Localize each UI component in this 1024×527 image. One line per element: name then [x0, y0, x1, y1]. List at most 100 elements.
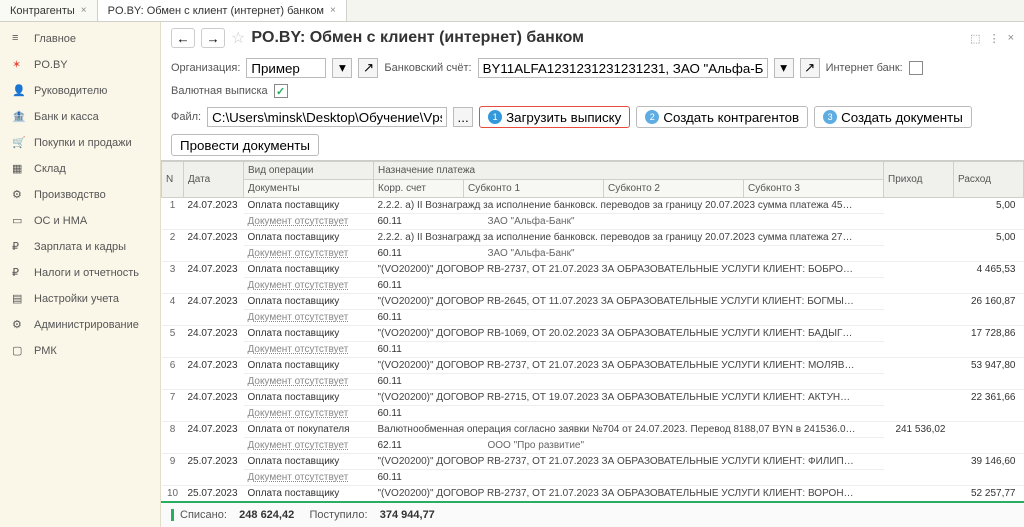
file-label: Файл:	[171, 111, 201, 123]
cell-date: 25.07.2023	[184, 454, 244, 486]
sidebar-item-10[interactable]: ▤Настройки учета	[0, 286, 160, 312]
table-row[interactable]: 6 24.07.2023 Оплата поставщику "(VO20200…	[162, 358, 1024, 374]
cell-expense: 52 257,77	[954, 486, 1024, 502]
table-row[interactable]: 10 25.07.2023 Оплата поставщику "(VO2020…	[162, 486, 1024, 502]
sidebar-item-2[interactable]: 👤Руководителю	[0, 78, 160, 104]
table-row[interactable]: 8 24.07.2023 Оплата от покупателя Валютн…	[162, 422, 1024, 438]
footer-totals: Списано: 248 624,42 Поступило: 374 944,7…	[161, 501, 1024, 527]
cell-date: 24.07.2023	[184, 230, 244, 262]
cell-doc[interactable]: Документ отсутствует	[244, 374, 374, 390]
bank-account-input[interactable]	[478, 58, 768, 78]
org-open-button[interactable]: ↗	[358, 58, 378, 78]
menu-icon: ≡	[12, 32, 26, 46]
col-sub3[interactable]: Субконто 3	[743, 180, 883, 198]
col-date[interactable]: Дата	[184, 162, 244, 198]
cell-date: 24.07.2023	[184, 358, 244, 390]
cell-income	[884, 198, 954, 230]
received-value: 374 944,77	[380, 509, 435, 521]
sidebar-item-1[interactable]: ✶PO.BY	[0, 52, 160, 78]
col-acct[interactable]: Корр. счет	[374, 180, 464, 198]
cell-desc: "(VO20200)" ДОГОВОР RB-2737, ОТ 21.07.20…	[374, 358, 884, 374]
col-income[interactable]: Приход	[884, 162, 954, 198]
cell-op: Оплата поставщику	[244, 486, 374, 502]
cell-op: Оплата поставщику	[244, 390, 374, 406]
button-label: Создать контрагентов	[663, 110, 799, 125]
link-icon[interactable]: ⬚	[970, 32, 980, 45]
cell-income	[884, 454, 954, 486]
sidebar-item-5[interactable]: ▦Склад	[0, 156, 160, 182]
sidebar-item-6[interactable]: ⚙Производство	[0, 182, 160, 208]
col-op[interactable]: Вид операции	[244, 162, 374, 180]
cell-doc[interactable]: Документ отсутствует	[244, 278, 374, 294]
table-row[interactable]: 1 24.07.2023 Оплата поставщику 2.2.2. а)…	[162, 198, 1024, 214]
currency-checkbox[interactable]	[274, 84, 288, 98]
sidebar-item-9[interactable]: ₽Налоги и отчетность	[0, 260, 160, 286]
cell-expense	[954, 422, 1024, 454]
col-expense[interactable]: Расход	[954, 162, 1024, 198]
table-row[interactable]: 4 24.07.2023 Оплата поставщику "(VO20200…	[162, 294, 1024, 310]
table-row[interactable]: 7 24.07.2023 Оплата поставщику "(VO20200…	[162, 390, 1024, 406]
cell-desc: 2.2.2. а) II Вознагражд за исполнение ба…	[374, 198, 884, 214]
cell-doc[interactable]: Документ отсутствует	[244, 438, 374, 454]
sidebar-item-8[interactable]: ₽Зарплата и кадры	[0, 234, 160, 260]
cell-acct: 60.11	[374, 470, 464, 486]
col-sub2[interactable]: Субконто 2	[603, 180, 743, 198]
cell-expense: 5,00	[954, 230, 1024, 262]
col-purpose[interactable]: Назначение платежа	[374, 162, 884, 180]
sidebar-item-12[interactable]: ▢РМК	[0, 338, 160, 364]
cell-doc[interactable]: Документ отсутствует	[244, 214, 374, 230]
col-sub1[interactable]: Субконто 1	[464, 180, 604, 198]
load-statement-button[interactable]: 1 Загрузить выписку	[479, 106, 630, 128]
cell-doc[interactable]: Документ отсутствует	[244, 342, 374, 358]
cell-n: 10	[162, 486, 184, 502]
cell-doc[interactable]: Документ отсутствует	[244, 406, 374, 422]
internet-bank-checkbox[interactable]	[909, 61, 923, 75]
table-row[interactable]: 3 24.07.2023 Оплата поставщику "(VO20200…	[162, 262, 1024, 278]
table-row[interactable]: 9 25.07.2023 Оплата поставщику "(VO20200…	[162, 454, 1024, 470]
close-icon[interactable]: ×	[81, 5, 87, 16]
cell-n: 4	[162, 294, 184, 326]
close-icon[interactable]: ×	[330, 5, 336, 16]
cell-desc: "(VO20200)" ДОГОВОР RB-2645, ОТ 11.07.20…	[374, 294, 884, 310]
cell-doc[interactable]: Документ отсутствует	[244, 470, 374, 486]
file-browse-button[interactable]: ...	[453, 107, 473, 127]
warehouse-icon: ▦	[12, 162, 26, 176]
tab-contragents[interactable]: Контрагенты ×	[0, 0, 98, 21]
gear-icon: ⚙	[12, 318, 26, 332]
close-icon[interactable]: ×	[1008, 32, 1014, 44]
cell-sub	[464, 342, 884, 358]
cell-doc[interactable]: Документ отсутствует	[244, 310, 374, 326]
cell-desc: 2.2.2. а) II Вознагражд за исполнение ба…	[374, 230, 884, 246]
cell-expense: 26 160,87	[954, 294, 1024, 326]
sidebar-item-11[interactable]: ⚙Администрирование	[0, 312, 160, 338]
org-select-button[interactable]: ▾	[332, 58, 352, 78]
cell-n: 1	[162, 198, 184, 230]
sidebar-item-label: Главное	[34, 33, 76, 45]
col-n[interactable]: N	[162, 162, 184, 198]
bank-open-button[interactable]: ↗	[800, 58, 820, 78]
post-documents-button[interactable]: Провести документы	[171, 134, 319, 156]
forward-button[interactable]: →	[201, 28, 225, 48]
cell-expense: 39 146,60	[954, 454, 1024, 486]
back-button[interactable]: ←	[171, 28, 195, 48]
sidebar-item-label: PO.BY	[34, 59, 68, 71]
statement-table: N Дата Вид операции Назначение платежа П…	[161, 160, 1024, 501]
create-documents-button[interactable]: 3 Создать документы	[814, 106, 972, 128]
bank-select-button[interactable]: ▾	[774, 58, 794, 78]
cell-sub: ЗАО "Альфа-Банк"	[464, 246, 884, 262]
tab-label: Контрагенты	[10, 5, 75, 17]
table-row[interactable]: 2 24.07.2023 Оплата поставщику 2.2.2. а)…	[162, 230, 1024, 246]
table-row[interactable]: 5 24.07.2023 Оплата поставщику "(VO20200…	[162, 326, 1024, 342]
sidebar-item-7[interactable]: ▭ОС и НМА	[0, 208, 160, 234]
col-docs[interactable]: Документы	[244, 180, 374, 198]
create-contractors-button[interactable]: 2 Создать контрагентов	[636, 106, 808, 128]
sidebar-item-0[interactable]: ≡ Главное	[0, 26, 160, 52]
file-input[interactable]	[207, 107, 447, 127]
more-icon[interactable]: ⋮	[989, 32, 1000, 45]
sidebar-item-4[interactable]: 🛒Покупки и продажи	[0, 130, 160, 156]
org-input[interactable]	[246, 58, 326, 78]
favorite-icon[interactable]: ☆	[231, 28, 245, 48]
tab-exchange[interactable]: PO.BY: Обмен с клиент (интернет) банком …	[98, 0, 347, 21]
sidebar-item-3[interactable]: 🏦Банк и касса	[0, 104, 160, 130]
cell-doc[interactable]: Документ отсутствует	[244, 246, 374, 262]
